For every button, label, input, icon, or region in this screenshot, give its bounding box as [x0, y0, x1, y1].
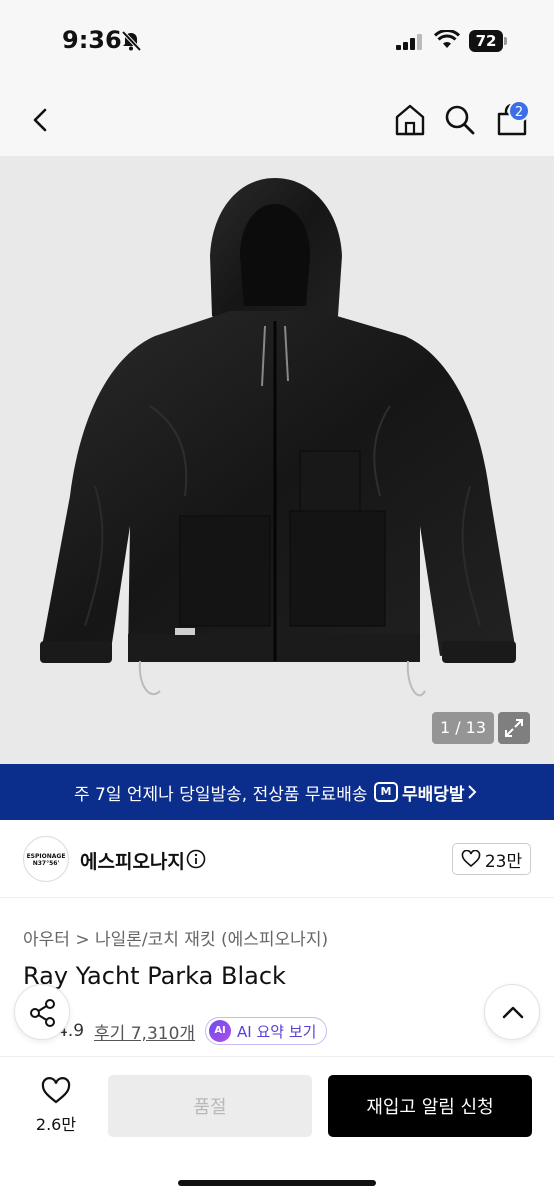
brand-like-count: 23만 [484, 851, 523, 872]
soldout-button: 품절 [108, 1075, 312, 1137]
share-button[interactable] [14, 984, 70, 1040]
shipping-banner[interactable]: 주 7일 언제나 당일발송, 전상품 무료배송 M 무배당발 [0, 764, 554, 820]
brand-like-button[interactable]: 23만 [452, 843, 531, 875]
battery-level: 72 [469, 30, 503, 52]
brand-logo-text: ESPIONAGE N37°56' [26, 853, 66, 867]
jacket-image [40, 178, 516, 697]
expand-icon[interactable] [498, 712, 530, 744]
scroll-top-button[interactable] [484, 984, 540, 1040]
home-indicator [178, 1180, 376, 1186]
chevron-up-icon [502, 1006, 524, 1019]
bottom-action-bar: 2.6만 품절 재입고 알림 신청 [0, 1056, 554, 1200]
info-icon[interactable] [186, 849, 206, 869]
heart-icon [41, 1077, 71, 1104]
wishlist-count: 2.6만 [35, 1115, 77, 1134]
back-arrow-icon[interactable] [24, 102, 58, 138]
product-image-gallery[interactable] [0, 156, 554, 764]
delivery-logo: M 무배당발 [374, 780, 465, 805]
status-time: 9:36 [62, 26, 122, 54]
ai-summary-button[interactable]: AI AI 요약 보기 [205, 1017, 328, 1045]
home-icon[interactable] [392, 102, 428, 138]
status-bar: 9:36 72 [0, 0, 554, 84]
delivery-logo-text: 무배당발 [402, 784, 465, 805]
battery-indicator: 72 [469, 30, 507, 52]
cart-count-badge: 2 [508, 100, 530, 122]
share-icon [30, 999, 55, 1027]
restock-alert-button[interactable]: 재입고 알림 신청 [328, 1075, 532, 1137]
search-icon[interactable] [442, 102, 478, 138]
signal-icon [396, 34, 422, 50]
chevron-right-icon [468, 785, 477, 799]
ai-icon: AI [209, 1020, 232, 1042]
truck-icon: M [374, 782, 398, 802]
bell-slash-icon [121, 30, 142, 52]
shipping-text: 주 7일 언제나 당일발송, 전상품 무료배송 [74, 785, 368, 805]
brand-logo[interactable]: ESPIONAGE N37°56' [23, 836, 69, 882]
ai-summary-label: AI 요약 보기 [237, 1022, 317, 1041]
wishlist-button[interactable]: 2.6만 [20, 1073, 92, 1145]
wifi-icon [434, 30, 460, 48]
top-navigation [0, 84, 554, 156]
review-link[interactable]: 후기 7,310개 [94, 1019, 195, 1044]
category-breadcrumb[interactable]: 아우터 > 나일론/코치 재킷 (에스피오나지) [23, 925, 328, 950]
brand-name[interactable]: 에스피오나지 [80, 847, 185, 874]
heart-icon [461, 850, 481, 868]
image-counter: 1 / 13 [432, 712, 494, 744]
brand-row: ESPIONAGE N37°56' 에스피오나지 23만 [0, 820, 554, 898]
